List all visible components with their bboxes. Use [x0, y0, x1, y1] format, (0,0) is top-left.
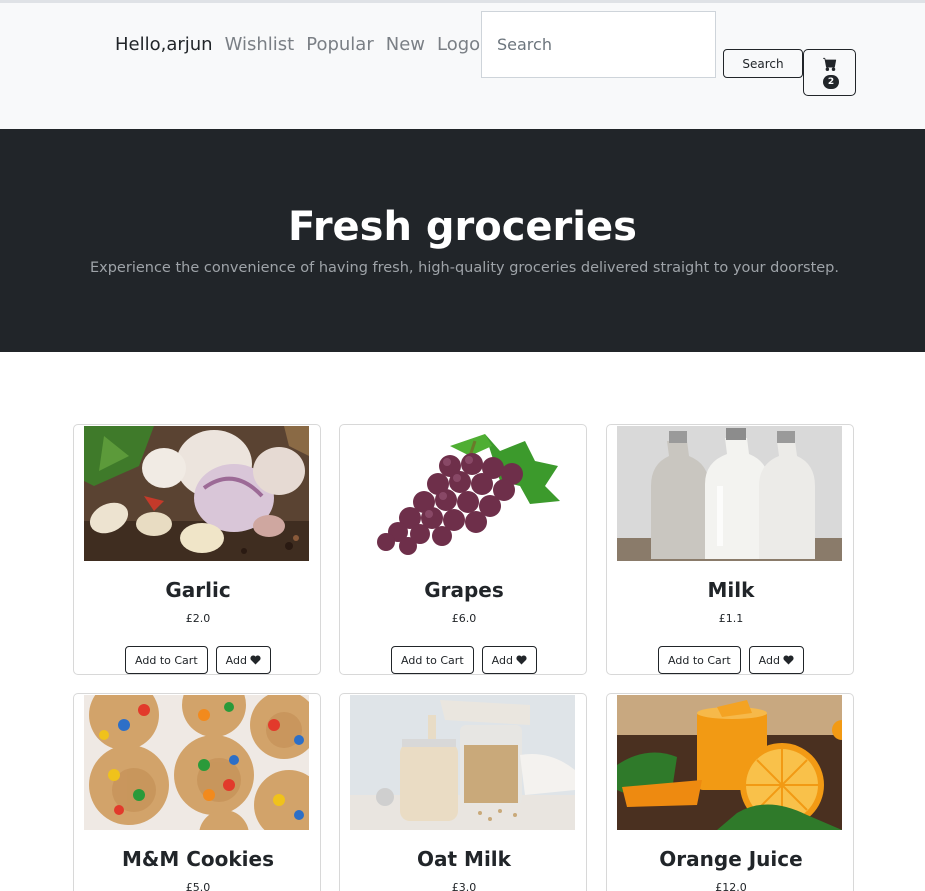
grapes-image [350, 426, 575, 561]
cart-count-badge: 2 [823, 75, 839, 89]
product-price: £5.0 [185, 881, 211, 891]
product-actions: Add to Cart Add [74, 646, 322, 674]
garlic-image [84, 426, 309, 561]
add-to-wishlist-button[interactable]: Add [748, 646, 804, 674]
add-to-wishlist-button[interactable]: Add [215, 646, 271, 674]
add-to-cart-button[interactable]: Add to Cart [391, 646, 474, 674]
heart-icon [516, 655, 527, 665]
product-name: Orange Juice [659, 847, 803, 871]
hero-title: Fresh groceries [288, 204, 637, 250]
user-greeting: Hello,arjun [115, 34, 213, 55]
product-name: Oat Milk [417, 847, 511, 871]
product-actions: Add to Cart Add [340, 646, 588, 674]
wishlist-button-label: Add [225, 653, 247, 667]
nav-link-new[interactable]: New [386, 34, 425, 55]
product-price: £6.0 [451, 612, 477, 625]
product-price: £12.0 [715, 881, 747, 891]
nav-link-wishlist[interactable]: Wishlist [225, 34, 295, 55]
product-card-grapes: Grapes £6.0 Add to Cart Add [339, 424, 587, 675]
product-price: £2.0 [185, 612, 211, 625]
product-card-mm-cookies: M&M Cookies £5.0 [73, 693, 321, 891]
product-card-orange-juice: Orange Juice £12.0 [606, 693, 854, 891]
product-card-oat-milk: Oat Milk £3.0 [339, 693, 587, 891]
cart-icon [823, 57, 837, 71]
product-name: Milk [707, 578, 755, 602]
heart-icon [250, 655, 261, 665]
heart-icon [783, 655, 794, 665]
product-price: £3.0 [451, 881, 477, 891]
oat-milk-image [350, 695, 575, 830]
nav-links: Hello,arjun Wishlist Popular New Logout [115, 34, 499, 55]
navbar: Hello,arjun Wishlist Popular New Logout … [0, 0, 925, 129]
wishlist-button-label: Add [491, 653, 513, 667]
add-to-cart-button[interactable]: Add to Cart [658, 646, 741, 674]
milk-image [617, 426, 842, 561]
product-name: Garlic [165, 578, 231, 602]
search-input[interactable] [481, 11, 716, 78]
add-to-cart-button[interactable]: Add to Cart [125, 646, 208, 674]
product-card-garlic: Garlic £2.0 Add to Cart Add [73, 424, 321, 675]
product-card-milk: Milk £1.1 Add to Cart Add [606, 424, 854, 675]
product-price: £1.1 [718, 612, 744, 625]
cart-button[interactable]: 2 [803, 49, 856, 96]
search-button[interactable]: Search [723, 49, 803, 78]
product-name: M&M Cookies [122, 847, 274, 871]
hero-banner: Fresh groceries Experience the convenien… [0, 129, 925, 352]
product-actions: Add to Cart Add [607, 646, 855, 674]
nav-link-popular[interactable]: Popular [306, 34, 374, 55]
product-name: Grapes [424, 578, 504, 602]
cookies-image [84, 695, 309, 830]
add-to-wishlist-button[interactable]: Add [481, 646, 537, 674]
wishlist-button-label: Add [758, 653, 780, 667]
orange-juice-image [617, 695, 842, 830]
hero-subtitle: Experience the convenience of having fre… [89, 260, 839, 276]
